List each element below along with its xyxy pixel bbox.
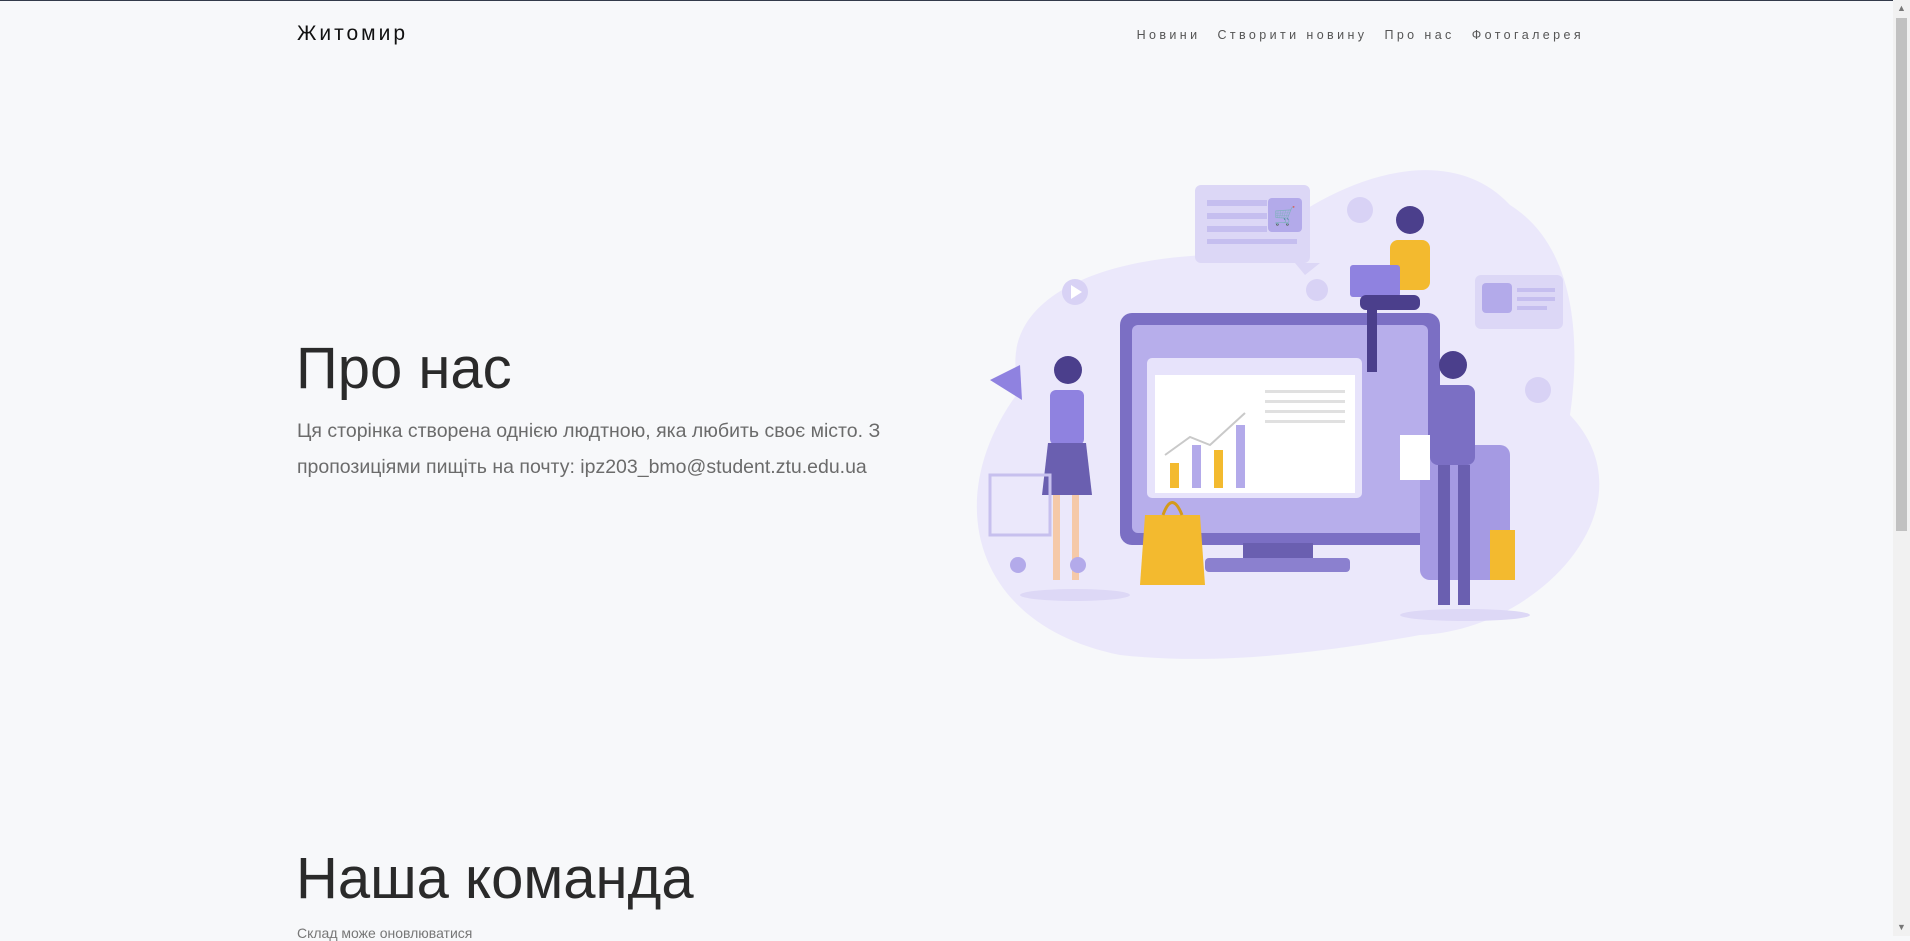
scroll-down-arrow-icon[interactable]: ▼ <box>1893 919 1910 936</box>
nav-link-create-news[interactable]: Створити новину <box>1217 28 1367 42</box>
scrollbar-thumb[interactable] <box>1896 18 1907 531</box>
chat-bubble-cart-left: 🛒 <box>1195 185 1320 275</box>
team-subtitle: Склад може оновлюватися <box>297 925 473 941</box>
thumbs-up-icon <box>1306 279 1328 301</box>
about-title: Про нас <box>296 336 512 401</box>
chart-window <box>1147 358 1362 498</box>
window-top-border <box>0 0 1910 1</box>
team-title: Наша команда <box>296 846 694 911</box>
main-nav: Новини Створити новину Про нас Фотогалер… <box>1120 28 1584 42</box>
scroll-up-arrow-icon[interactable]: ▲ <box>1893 0 1910 17</box>
thumbs-up-icon-right <box>1525 377 1551 403</box>
site-brand[interactable]: Житомир <box>297 22 408 46</box>
shopping-cart-icon: 🛒 <box>1274 205 1296 226</box>
heart-icon <box>1347 197 1373 223</box>
vertical-scrollbar[interactable]: ▲ ▼ <box>1893 0 1910 936</box>
nav-link-gallery[interactable]: Фотогалерея <box>1472 28 1584 42</box>
nav-link-news[interactable]: Новини <box>1137 28 1201 42</box>
chat-bubble-cart-right <box>1475 275 1563 329</box>
about-illustration: 🛒 <box>976 170 1600 659</box>
about-description: Ця сторінка створена однією людтною, яка… <box>297 420 881 478</box>
megaphone-icon <box>990 365 1022 400</box>
nav-link-about[interactable]: Про нас <box>1384 28 1454 42</box>
